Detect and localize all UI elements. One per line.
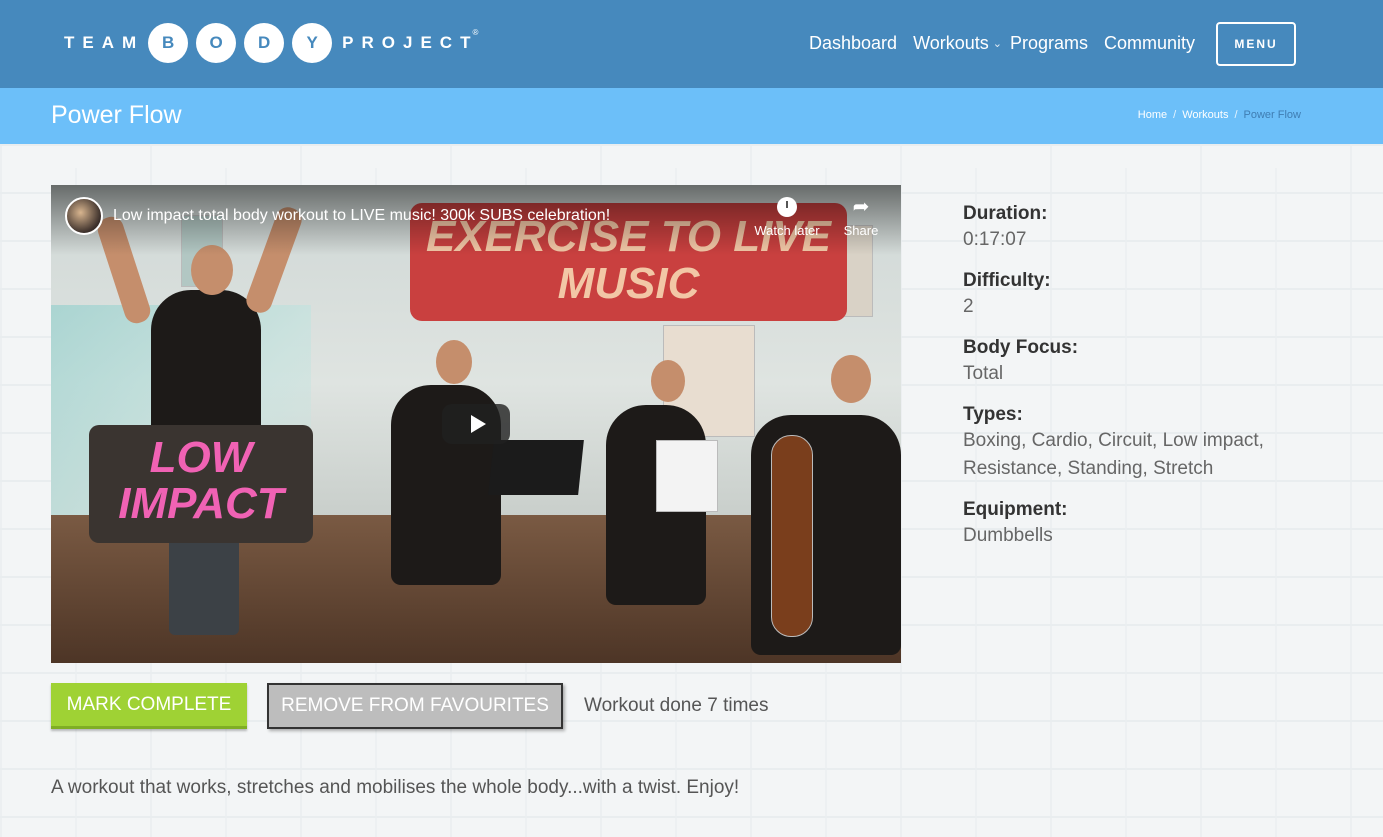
logo-letter-d: D — [244, 23, 285, 63]
team-body-project-logo[interactable]: TEAM B O D Y PROJECT ® — [64, 22, 478, 64]
logo-word-team: TEAM — [64, 33, 145, 52]
duration-label: Duration: — [963, 203, 1048, 224]
chevron-down-icon[interactable]: ⌄ — [993, 37, 1002, 50]
logo-body-circles: B O D Y — [148, 23, 333, 63]
site-header: TEAM B O D Y PROJECT ® Dashboard Workout… — [0, 0, 1383, 88]
logo-registered-mark: ® — [472, 28, 479, 37]
equipment-label: Equipment: — [963, 499, 1068, 520]
breadcrumb-home[interactable]: Home — [1138, 109, 1167, 121]
play-button[interactable] — [442, 404, 510, 444]
workout-description: A workout that works, stretches and mobi… — [51, 777, 740, 798]
breadcrumb-separator: / — [1173, 109, 1177, 121]
difficulty-value: 2 — [963, 296, 974, 317]
share-icon: ➦ — [852, 196, 870, 218]
watch-later-button[interactable]: Watch later — [751, 197, 823, 238]
workout-done-count: Workout done 7 times — [584, 695, 769, 716]
logo-letter-b: B — [148, 23, 189, 63]
breadcrumb-current: Power Flow — [1243, 109, 1301, 121]
types-label: Types: — [963, 404, 1023, 425]
nav-community[interactable]: Community — [1104, 33, 1195, 54]
menu-button[interactable]: MENU — [1216, 22, 1296, 66]
nav-programs[interactable]: Programs — [1010, 33, 1088, 54]
types-value: Boxing, Cardio, Circuit, Low impact, Res… — [963, 430, 1264, 479]
nav-dashboard[interactable]: Dashboard — [809, 33, 897, 54]
breadcrumb: Home / Workouts / Power Flow — [1138, 109, 1301, 121]
difficulty-label: Difficulty: — [963, 270, 1051, 291]
nav-workouts[interactable]: Workouts — [913, 33, 989, 54]
remove-from-favourites-button[interactable]: REMOVE FROM FAVOURITES — [267, 683, 563, 729]
logo-letter-o: O — [196, 23, 237, 63]
clock-icon — [777, 197, 797, 217]
share-button[interactable]: ➦ Share — [837, 197, 885, 238]
duration-value: 0:17:07 — [963, 229, 1027, 250]
watch-later-label: Watch later — [754, 223, 820, 238]
video-scene-music-stand — [488, 440, 584, 495]
main-nav: Dashboard Workouts ⌄ Programs Community — [809, 33, 1211, 54]
breadcrumb-separator: / — [1234, 109, 1238, 121]
page-title: Power Flow — [51, 101, 182, 129]
low-impact-banner: LOW IMPACT — [89, 425, 313, 543]
video-scene-violinist-head — [436, 340, 472, 384]
video-player[interactable]: EXERCISE TO LIVE MUSIC LOW IMPACT Low im… — [51, 185, 901, 663]
channel-avatar[interactable] — [65, 197, 103, 235]
body-focus-label: Body Focus: — [963, 337, 1079, 358]
body-focus-value: Total — [963, 363, 1004, 384]
breadcrumb-workouts[interactable]: Workouts — [1182, 109, 1228, 121]
workout-details: Duration: 0:17:07 Difficulty: 2 Body Foc… — [963, 202, 1323, 565]
video-title[interactable]: Low impact total body workout to LIVE mu… — [113, 207, 610, 225]
video-scene-cellist-head — [831, 355, 871, 403]
mark-complete-button[interactable]: MARK COMPLETE — [51, 683, 247, 729]
equipment-value: Dumbbells — [963, 525, 1053, 546]
video-scene-violinist-2-head — [651, 360, 685, 402]
video-scene-cello — [771, 435, 813, 637]
share-label: Share — [843, 223, 879, 238]
logo-word-project: PROJECT — [342, 33, 479, 52]
logo-letter-y: Y — [292, 23, 333, 63]
video-scene-sheet-music — [656, 440, 718, 512]
play-icon — [470, 415, 486, 433]
